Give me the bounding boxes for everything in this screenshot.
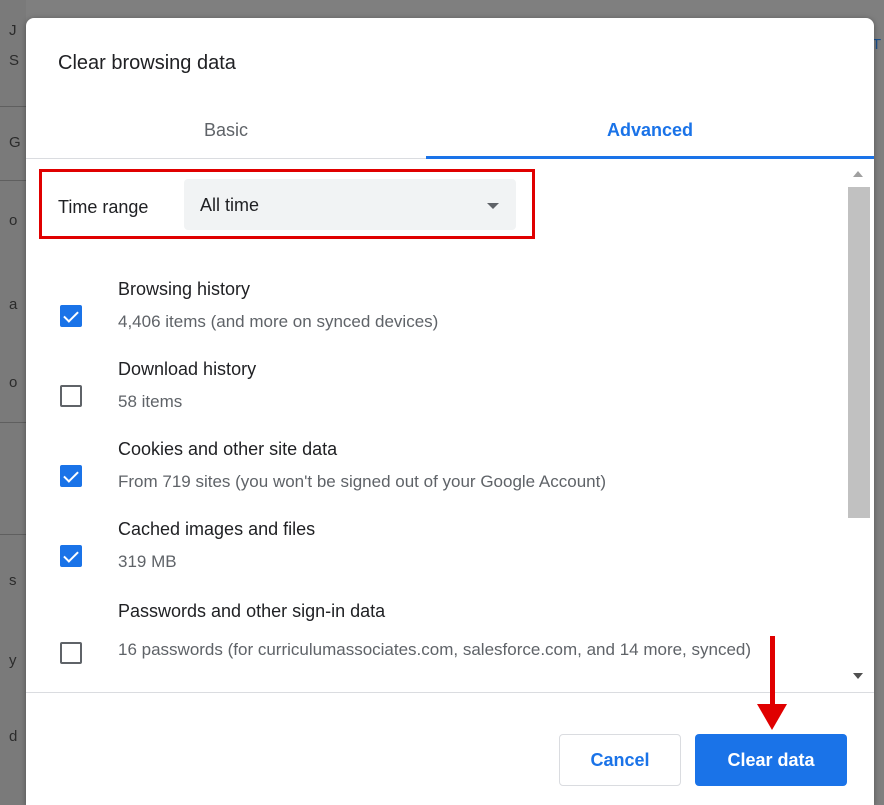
background-divider	[0, 106, 26, 107]
background-text: s	[9, 572, 17, 589]
item-description: 319 MB	[118, 552, 177, 571]
dialog-content[interactable]: Time range All time Browsing history 4,4…	[26, 159, 844, 692]
tab-basic[interactable]: Basic	[26, 102, 426, 158]
background-text: y	[9, 652, 17, 669]
background-text: G	[9, 134, 21, 151]
check-icon	[63, 307, 79, 323]
item-title: Download history	[118, 359, 257, 379]
item-title: Cached images and files	[118, 519, 316, 539]
item-description: From 719 sites (you won't be signed out …	[118, 472, 607, 491]
background-text: J	[9, 22, 17, 39]
scroll-down-arrow-icon[interactable]	[853, 673, 863, 679]
background-divider	[0, 180, 26, 181]
scrollbar[interactable]	[844, 159, 874, 692]
item-title: Passwords and other sign-in data	[118, 601, 386, 621]
check-icon	[63, 547, 79, 563]
clear-data-button[interactable]: Clear data	[695, 734, 847, 786]
background-text: a	[9, 296, 18, 313]
time-range-value: All time	[200, 195, 260, 215]
item-description: 4,406 items (and more on synced devices)	[118, 312, 439, 331]
time-range-label: Time range	[58, 197, 149, 217]
background-divider	[0, 422, 26, 423]
cancel-button[interactable]: Cancel	[559, 734, 681, 786]
check-icon	[63, 467, 79, 483]
cookies-checkbox[interactable]	[60, 465, 82, 487]
item-description: 58 items	[118, 392, 183, 411]
item-title: Browsing history	[118, 279, 251, 299]
chevron-down-icon	[487, 203, 499, 209]
scrollbar-thumb[interactable]	[848, 187, 870, 518]
time-range-dropdown[interactable]: All time	[184, 179, 516, 230]
background-text: o	[9, 374, 18, 391]
browsing-history-checkbox[interactable]	[60, 305, 82, 327]
download-history-checkbox[interactable]	[60, 385, 82, 407]
background-text: d	[9, 728, 18, 745]
clear-browsing-data-dialog: Clear browsing data Basic Advanced Time …	[26, 18, 874, 805]
background-text: o	[9, 212, 18, 229]
tab-advanced[interactable]: Advanced	[426, 102, 874, 158]
passwords-checkbox[interactable]	[60, 642, 82, 664]
dialog-footer: Cancel Clear data	[26, 692, 874, 805]
tab-bar: Basic Advanced	[26, 102, 874, 159]
dialog-title: Clear browsing data	[58, 52, 236, 74]
background-text: S	[9, 52, 20, 69]
background-divider	[0, 534, 26, 535]
annotation-arrow-shaft	[770, 636, 775, 706]
background-page-strip: J S G o a o s y d	[0, 0, 26, 805]
scroll-up-arrow-icon[interactable]	[853, 171, 863, 177]
cached-images-checkbox[interactable]	[60, 545, 82, 567]
annotation-arrow-head-icon	[757, 704, 787, 730]
item-description: 16 passwords (for curriculumassociates.c…	[118, 640, 752, 659]
item-title: Cookies and other site data	[118, 439, 338, 459]
